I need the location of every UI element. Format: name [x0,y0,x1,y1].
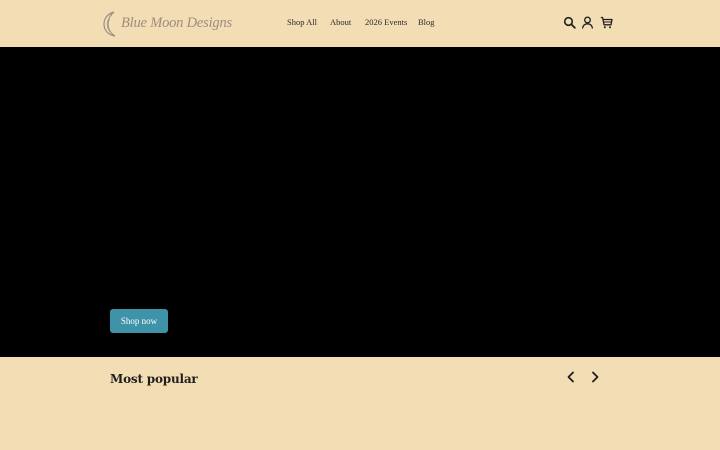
nav-item-about[interactable]: About [330,16,351,28]
nav-item-blog[interactable]: Blog [418,16,435,28]
crescent-moon-icon [103,10,116,37]
chevron-left-icon[interactable] [565,371,577,383]
cart-icon[interactable] [600,16,613,29]
shop-now-button[interactable]: Shop now [110,309,168,333]
header-icons [563,16,613,30]
most-popular-section: Most popular [0,357,720,450]
brand-logo[interactable]: Blue Moon Designs [103,10,232,37]
nav-item-2026-events[interactable]: 2026 Events [365,16,407,28]
nav-item-shop-all[interactable]: Shop All [287,16,317,28]
brand-name: Blue Moon Designs [121,15,232,31]
section-title: Most popular [110,372,198,386]
search-icon[interactable] [563,16,576,29]
site-header: Blue Moon Designs Shop All About 2026 Ev… [0,0,720,47]
account-icon[interactable] [581,16,594,29]
hero-banner: Shop now [0,47,720,357]
chevron-right-icon[interactable] [589,371,601,383]
